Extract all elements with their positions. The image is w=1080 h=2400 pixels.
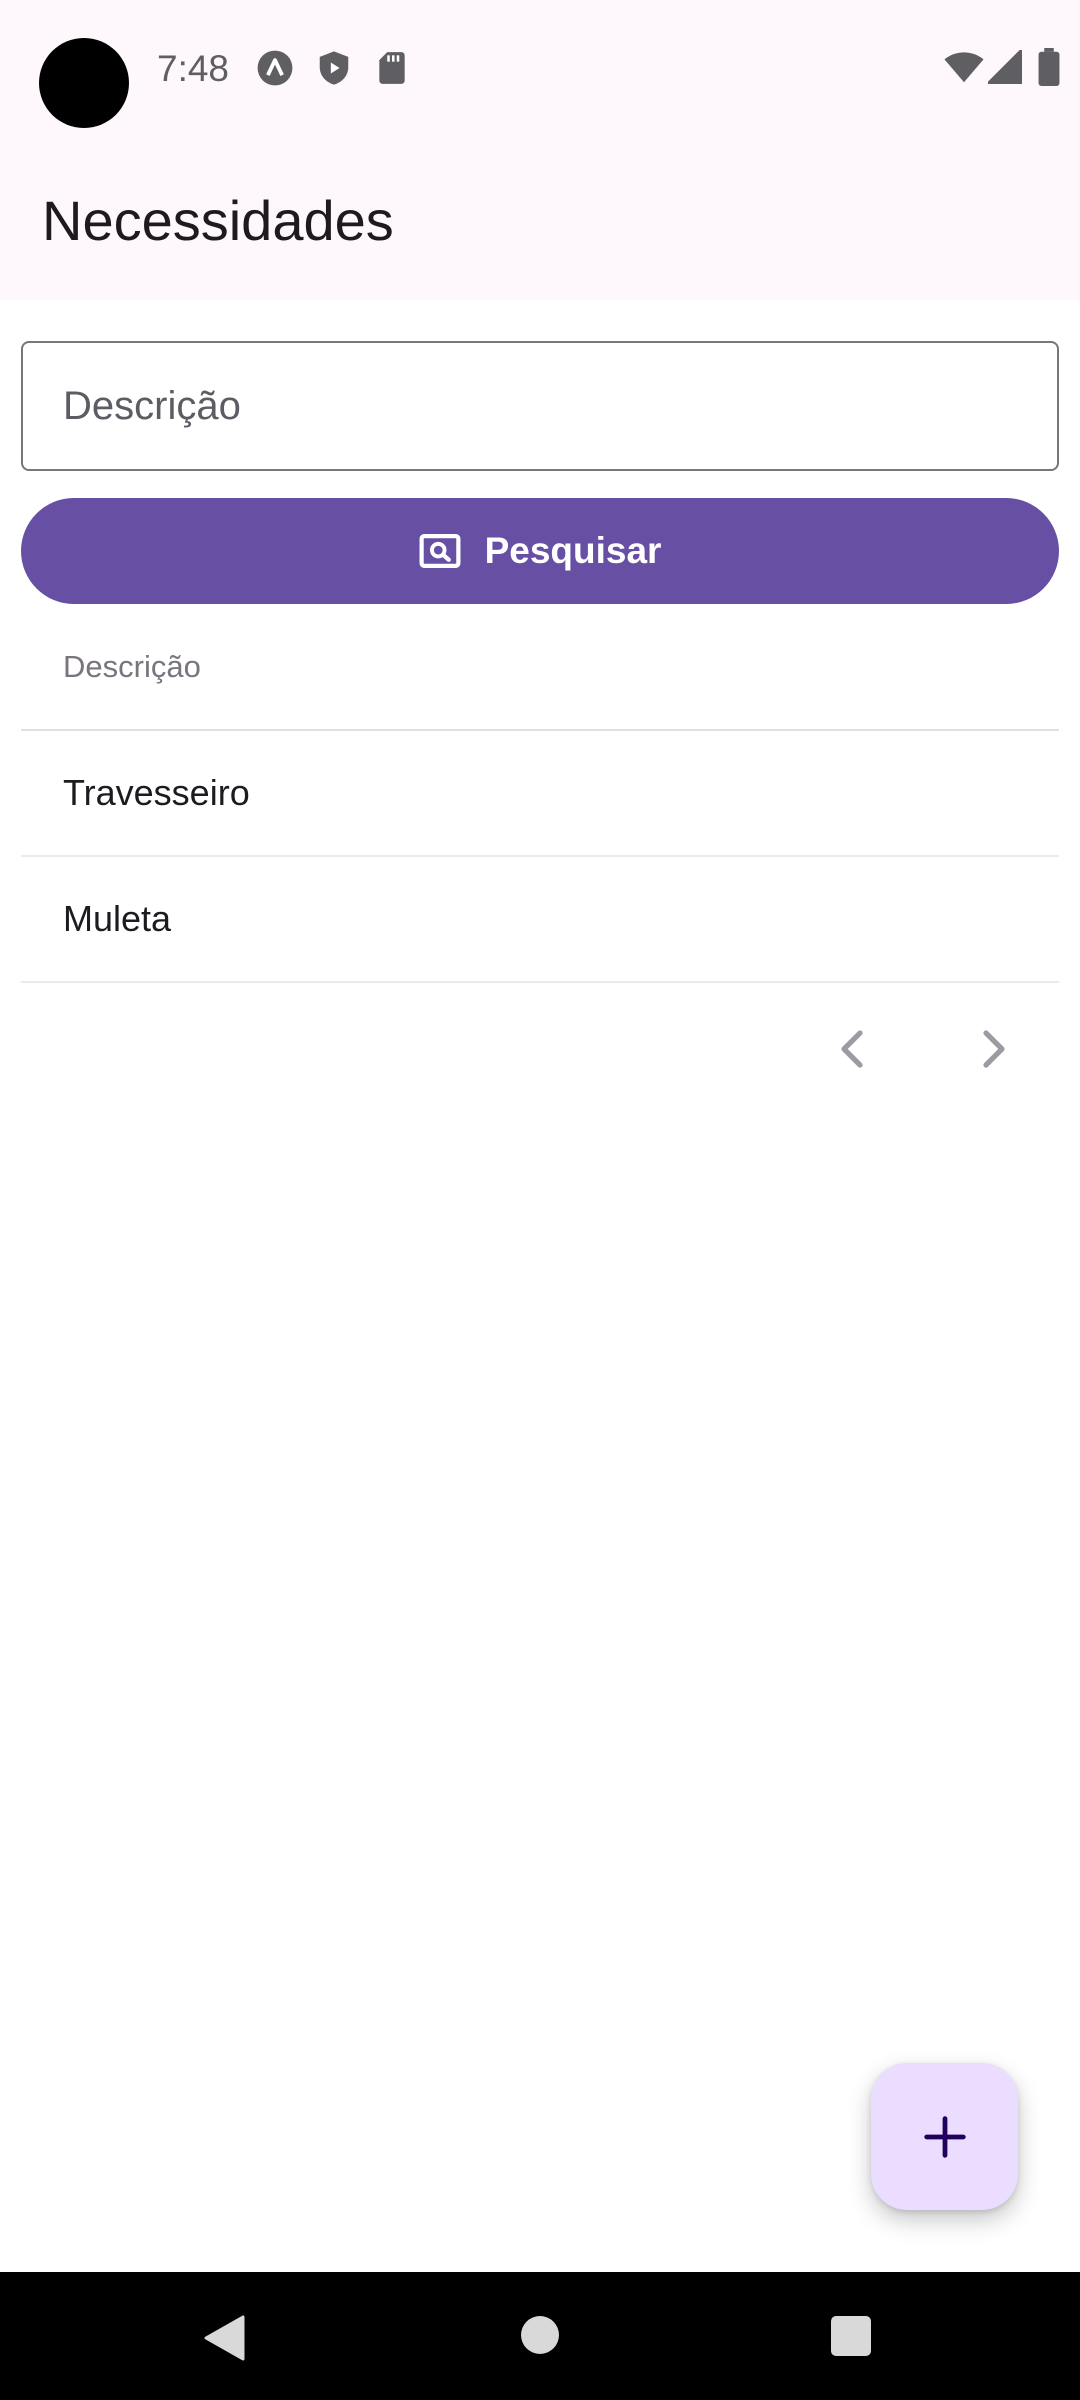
- cellular-signal-icon: [988, 50, 1022, 84]
- top-app-bar: Necessidades: [0, 140, 1080, 300]
- search-button-label: Pesquisar: [484, 530, 662, 571]
- system-navigation-bar: [0, 2272, 1080, 2400]
- table-header-description: Descrição: [21, 605, 1059, 731]
- wifi-icon: [944, 52, 984, 83]
- plus-icon: [923, 2115, 966, 2158]
- image-search-icon: [419, 534, 461, 568]
- search-button[interactable]: Pesquisar: [21, 498, 1059, 604]
- add-button[interactable]: [871, 2063, 1018, 2210]
- page-title: Necessidades: [42, 189, 394, 252]
- sd-card-icon: [379, 52, 405, 84]
- chevron-left-icon[interactable]: [830, 1025, 878, 1073]
- status-time: 7:48: [157, 48, 230, 89]
- chevron-right-icon[interactable]: [968, 1025, 1016, 1073]
- status-bar: 7:48: [0, 0, 1080, 140]
- table-row[interactable]: Travesseiro: [21, 731, 1059, 857]
- recents-icon[interactable]: [831, 2316, 871, 2356]
- home-icon[interactable]: [521, 2316, 559, 2354]
- shield-play-icon: [319, 51, 349, 85]
- back-icon[interactable]: [203, 2314, 247, 2362]
- battery-icon: [1038, 48, 1060, 86]
- app-a-icon: [257, 50, 293, 86]
- needs-table: Descrição Travesseiro Muleta: [21, 605, 1059, 983]
- table-row[interactable]: Muleta: [21, 857, 1059, 983]
- description-input[interactable]: [63, 343, 1023, 469]
- description-search-field[interactable]: [21, 341, 1059, 471]
- camera-cutout: [39, 38, 129, 128]
